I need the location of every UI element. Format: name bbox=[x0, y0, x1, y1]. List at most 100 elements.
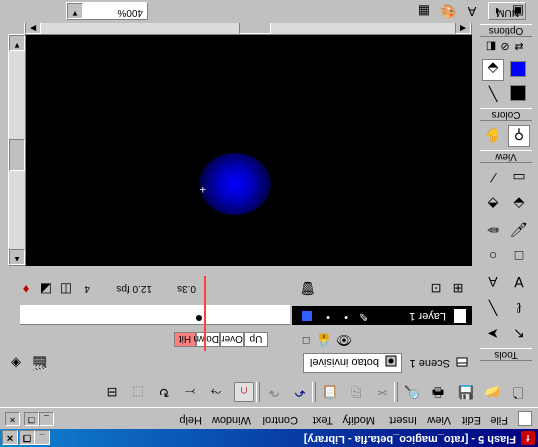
fill-color-icon[interactable] bbox=[508, 59, 530, 81]
onion-outline-icon[interactable]: ◪ bbox=[36, 279, 56, 299]
toolbar-separator bbox=[394, 382, 398, 402]
scroll-up-arrow[interactable]: ▲ bbox=[9, 249, 25, 265]
hand-tool-icon[interactable]: ✋ bbox=[482, 125, 504, 147]
num-indicator: NUM bbox=[488, 2, 526, 20]
delete-layer-icon[interactable]: 🗑 bbox=[298, 278, 318, 298]
menu-file[interactable]: File bbox=[490, 414, 508, 426]
colors-label: Colors bbox=[480, 108, 532, 121]
rotate-icon[interactable]: ↻ bbox=[154, 382, 174, 402]
frame-over[interactable]: Over bbox=[220, 332, 244, 347]
scale-icon[interactable]: ⬚ bbox=[128, 382, 148, 402]
frame-area: Hit Down Over Up 0.3s 12.0 fps 4 ◫ ◪ ♦ bbox=[20, 276, 290, 351]
edit-scene-icon[interactable]: 🎬 bbox=[30, 353, 50, 373]
minimize-button[interactable]: _ bbox=[34, 430, 50, 445]
ink-bottle-tool-icon[interactable]: ⬘ bbox=[482, 193, 504, 215]
lock-dot[interactable]: • bbox=[326, 311, 330, 323]
center-frame-icon[interactable]: ♦ bbox=[16, 279, 36, 299]
menu-insert[interactable]: Insert bbox=[389, 414, 417, 426]
oval-tool-icon[interactable]: ○ bbox=[482, 245, 504, 267]
menu-modify[interactable]: Modify bbox=[343, 414, 375, 426]
subselect-tool-icon[interactable]: ↖ bbox=[508, 323, 530, 345]
scroll-down-arrow[interactable]: ▼ bbox=[9, 35, 25, 51]
menu-edit[interactable]: Edit bbox=[462, 414, 481, 426]
main-toolbar: 🗋 📂 💾 🖶 🔍 ✂ ⎘ 📋 ↶ ↷ ∩ ⤳ ⤚ ↻ ⬚ ⊟ bbox=[0, 377, 538, 408]
doc-close-button[interactable]: ✕ bbox=[5, 412, 20, 426]
zoom-dropdown-arrow[interactable]: ▼ bbox=[67, 3, 83, 19]
default-colors-icon[interactable]: ◧ bbox=[480, 35, 502, 57]
swatches-panel-icon[interactable]: ▦ bbox=[414, 1, 434, 21]
zoom-field[interactable]: 400% ▼ bbox=[66, 2, 148, 20]
toolbar-separator bbox=[312, 382, 316, 402]
copy-icon[interactable]: ⎘ bbox=[346, 382, 366, 402]
pen-tool-icon[interactable]: ∀ bbox=[508, 271, 530, 293]
cut-icon[interactable]: ✂ bbox=[372, 382, 392, 402]
scene-icon bbox=[456, 357, 468, 369]
menu-control[interactable]: Control bbox=[263, 414, 298, 426]
menu-view[interactable]: View bbox=[427, 414, 451, 426]
arrow-tool-icon[interactable]: ➤ bbox=[482, 323, 504, 345]
stage-canvas[interactable]: + bbox=[8, 34, 472, 266]
redo-icon[interactable]: ↷ bbox=[264, 382, 284, 402]
frame-track[interactable] bbox=[20, 305, 290, 325]
outline-color-swatch[interactable] bbox=[302, 311, 312, 321]
toolbar-separator bbox=[256, 382, 260, 402]
pencil-tool-icon[interactable]: ✏ bbox=[482, 219, 504, 241]
frame-up[interactable]: Up bbox=[244, 332, 268, 347]
rectangle-tool-icon[interactable]: □ bbox=[508, 245, 530, 267]
doc-restore-button[interactable]: ❐ bbox=[24, 412, 39, 426]
vertical-scrollbar[interactable]: ▲ ▼ bbox=[8, 34, 26, 266]
print-preview-icon[interactable]: 🔍 bbox=[402, 382, 422, 402]
print-icon[interactable]: 🖶 bbox=[428, 382, 448, 402]
undo-icon[interactable]: ↶ bbox=[290, 382, 310, 402]
add-guide-icon[interactable]: ⊡ bbox=[426, 278, 446, 298]
align-icon[interactable]: ⊟ bbox=[102, 382, 122, 402]
character-panel-icon[interactable]: A bbox=[462, 1, 482, 21]
visible-dot[interactable]: • bbox=[344, 311, 348, 323]
onion-skin-icon[interactable]: ◫ bbox=[56, 279, 76, 299]
elapsed-time: 0.3s bbox=[177, 283, 196, 294]
menu-text[interactable]: Text bbox=[313, 414, 333, 426]
flash-window: f Flash 5 - [rato_magico_beta.fla - Libr… bbox=[0, 0, 538, 447]
scene-edit-bar: Scene 1 botao invisivel 🎬 ◈ bbox=[0, 351, 474, 375]
paint-bucket-tool-icon[interactable]: ⬙ bbox=[508, 193, 530, 215]
straighten-icon[interactable]: ⤚ bbox=[180, 382, 200, 402]
dropper-tool-icon[interactable]: ⁄ bbox=[482, 167, 504, 189]
eraser-tool-icon[interactable]: ▭ bbox=[508, 167, 530, 189]
paste-icon[interactable]: 📋 bbox=[320, 382, 340, 402]
lock-icon[interactable]: 🔒 bbox=[314, 330, 334, 350]
text-tool-icon[interactable]: A bbox=[482, 271, 504, 293]
color-panel-icon[interactable]: 🎨 bbox=[438, 1, 458, 21]
keyframe-dot[interactable] bbox=[196, 315, 202, 321]
frame-down[interactable]: Down bbox=[193, 332, 220, 347]
add-layer-icon[interactable]: ⊞ bbox=[448, 278, 468, 298]
playhead[interactable] bbox=[204, 276, 206, 351]
title-bar: f Flash 5 - [rato_magico_beta.fla - Libr… bbox=[0, 429, 538, 447]
vertical-scroll-thumb[interactable] bbox=[9, 139, 25, 171]
window-title: Flash 5 - [rato_magico_beta.fla - Librar… bbox=[303, 433, 516, 445]
snap-magnet-icon[interactable]: ∩ bbox=[234, 382, 254, 402]
tools-label: Tools bbox=[480, 348, 532, 361]
open-folder-icon[interactable]: 📂 bbox=[482, 382, 502, 402]
outline-icon[interactable]: □ bbox=[296, 330, 316, 350]
layer-row[interactable]: Layer 1 ✎ • • bbox=[292, 306, 472, 325]
edit-symbols-icon[interactable]: ◈ bbox=[6, 353, 26, 373]
smooth-icon[interactable]: ⤳ bbox=[206, 382, 226, 402]
brush-tool-icon[interactable]: 🖌 bbox=[508, 219, 530, 241]
menu-window[interactable]: Window bbox=[212, 414, 251, 426]
document-icon[interactable] bbox=[518, 411, 532, 426]
save-icon[interactable]: 💾 bbox=[456, 382, 476, 402]
line-tool-icon[interactable]: ╲ bbox=[482, 297, 504, 319]
zoom-tool-icon[interactable]: ⚲ bbox=[508, 125, 530, 147]
eye-icon[interactable]: 👁 bbox=[334, 330, 354, 350]
zoom-value: 400% bbox=[117, 7, 143, 18]
new-document-icon[interactable]: 🗋 bbox=[508, 382, 528, 402]
close-button[interactable]: ✕ bbox=[2, 430, 18, 445]
scene-tab[interactable]: Scene 1 bbox=[404, 353, 472, 373]
maximize-button[interactable]: ❐ bbox=[19, 430, 35, 445]
stroke-color-icon[interactable] bbox=[508, 83, 530, 105]
doc-minimize-button[interactable]: _ bbox=[39, 412, 54, 426]
symbol-tab[interactable]: botao invisivel bbox=[302, 353, 402, 373]
blue-gradient-circle[interactable] bbox=[199, 153, 271, 215]
lasso-tool-icon[interactable]: ℓ bbox=[508, 297, 530, 319]
menu-help[interactable]: Help bbox=[179, 414, 202, 426]
